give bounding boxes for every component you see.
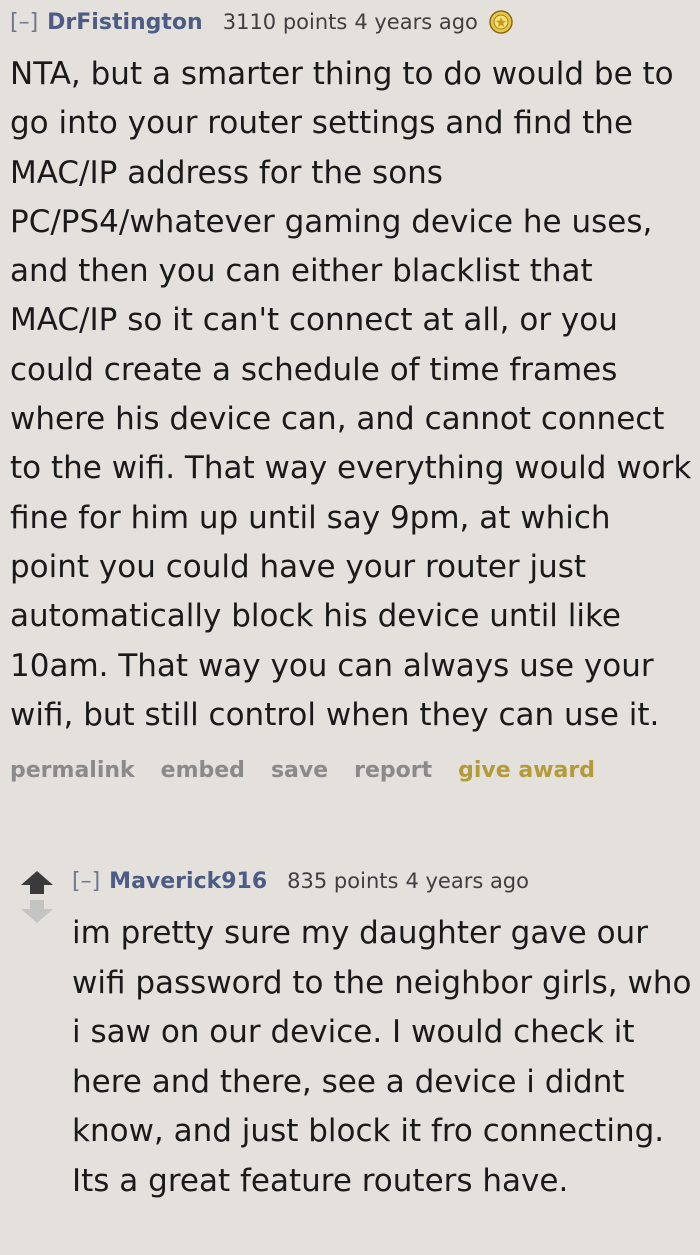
comment-drfistington: [–] DrFistington 3110 points 4 years ago…	[10, 2, 700, 786]
author-link[interactable]: Maverick916	[109, 869, 267, 894]
timestamp: 4 years ago	[405, 869, 529, 893]
save-link[interactable]: save	[271, 758, 328, 783]
collapse-toggle[interactable]: [–]	[72, 869, 100, 894]
give-award-link[interactable]: give award	[458, 758, 595, 783]
comment-actions: permalink embed save report give award	[10, 754, 700, 786]
permalink-link[interactable]: permalink	[10, 758, 135, 783]
vote-arrows	[19, 869, 55, 929]
report-link[interactable]: report	[354, 758, 432, 783]
upvote-arrow-icon[interactable]	[19, 869, 55, 899]
timestamp: 4 years ago	[354, 10, 478, 34]
score-text: 3110 points	[222, 10, 348, 34]
embed-link[interactable]: embed	[161, 758, 245, 783]
score-text: 835 points	[287, 869, 399, 893]
collapse-toggle[interactable]: [–]	[10, 10, 38, 35]
comment-body: im pretty sure my daughter gave our wifi…	[72, 915, 692, 1199]
comment-tagline: [–] Maverick916 835 points 4 years ago	[72, 861, 539, 901]
award-badge-icon	[488, 9, 514, 35]
author-link[interactable]: DrFistington	[47, 10, 203, 35]
comment-tagline: [–] DrFistington 3110 points 4 years ago	[10, 2, 700, 42]
downvote-arrow-icon[interactable]	[19, 899, 55, 929]
comment-body: NTA, but a smarter thing to do would be …	[10, 56, 692, 733]
